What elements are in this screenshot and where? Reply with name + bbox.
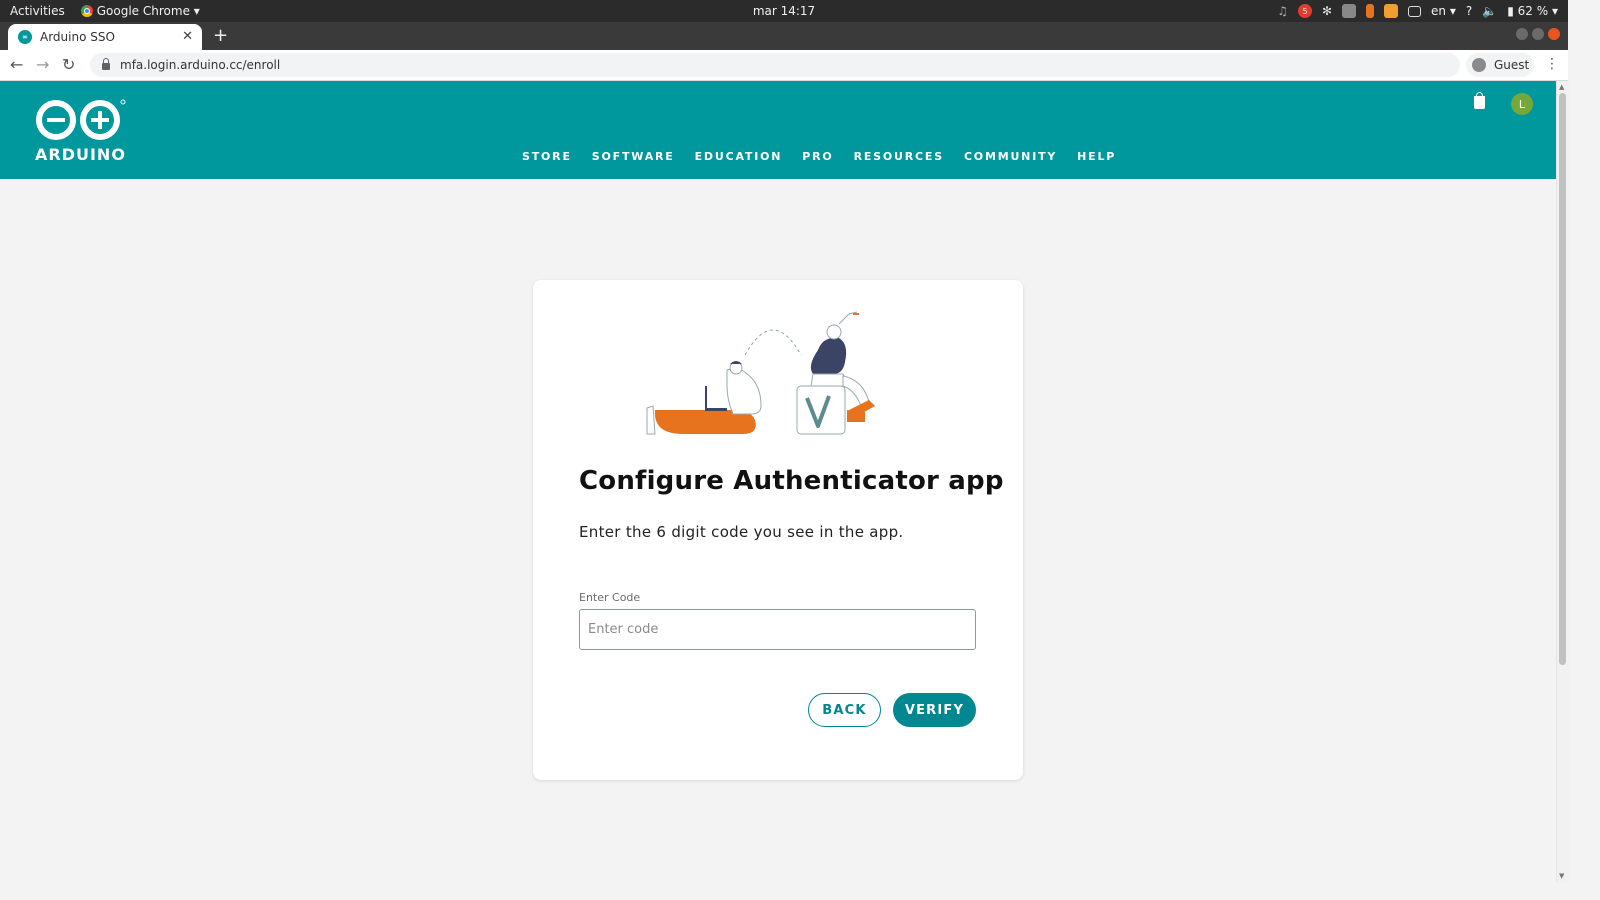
main-nav: STORE SOFTWARE EDUCATION PRO RESOURCES C…	[522, 150, 1116, 163]
nav-item-pro[interactable]: PRO	[802, 150, 833, 163]
instruction-text: Enter the 6 digit code you see in the ap…	[579, 523, 904, 541]
notification-count: 5	[1302, 6, 1308, 16]
code-field-label: Enter Code	[579, 591, 641, 604]
cpu-monitor-icon[interactable]	[1342, 4, 1357, 18]
site-header: ARDUINO STORE SOFTWARE EDUCATION PRO RES…	[0, 81, 1556, 179]
arduino-logo-text[interactable]: ARDUINO	[35, 145, 126, 164]
browser-toolbar: ← → ↻ mfa.login.arduino.cc/enroll Guest …	[0, 50, 1568, 81]
back-button[interactable]: BACK	[808, 693, 881, 727]
profile-avatar-icon	[1472, 58, 1486, 72]
battery-icon: ▮	[1507, 4, 1514, 18]
activities-button[interactable]: Activities	[10, 4, 65, 18]
url-text: mfa.login.arduino.cc/enroll	[120, 58, 281, 72]
memory-monitor-icon[interactable]	[1366, 4, 1375, 18]
profile-label: Guest	[1494, 58, 1530, 72]
app-menu[interactable]: Google Chrome ▾	[80, 4, 200, 18]
tab-strip: ∞ Arduino SSO ✕	[0, 22, 1568, 50]
page-title: Configure Authenticator app	[579, 466, 1004, 496]
browser-menu-icon[interactable]: ⋮	[1545, 56, 1559, 72]
app-menu-label: Google Chrome	[96, 4, 190, 18]
os-top-bar: Activities Google Chrome ▾ mar 14:17 ♫ 5…	[0, 0, 1568, 22]
page-scrollbar[interactable]: ▲ ▼	[1556, 81, 1569, 882]
help-icon[interactable]: ?	[1466, 4, 1472, 18]
chrome-icon	[80, 5, 93, 17]
battery-indicator[interactable]: ▮ 62 % ▾	[1507, 4, 1558, 18]
minimize-icon[interactable]	[1516, 28, 1528, 40]
arduino-logo-icon[interactable]	[32, 98, 128, 142]
language-label: en	[1431, 4, 1447, 18]
chevron-down-icon: ▾	[193, 4, 200, 18]
nav-item-store[interactable]: STORE	[522, 150, 572, 163]
scroll-up-icon[interactable]: ▲	[1559, 83, 1564, 91]
scroll-down-icon[interactable]: ▼	[1559, 872, 1564, 880]
nav-item-software[interactable]: SOFTWARE	[592, 150, 675, 163]
nav-item-resources[interactable]: RESOURCES	[854, 150, 944, 163]
battery-label: 62 %	[1517, 4, 1549, 18]
verify-button[interactable]: VERIFY	[893, 693, 976, 727]
language-selector[interactable]: en ▾	[1431, 4, 1456, 18]
authenticator-card: Configure Authenticator app Enter the 6 …	[533, 280, 1023, 780]
address-bar[interactable]: mfa.login.arduino.cc/enroll	[90, 53, 1460, 77]
nav-item-community[interactable]: COMMUNITY	[964, 150, 1057, 163]
screen-icon[interactable]	[1408, 5, 1422, 17]
arduino-favicon-icon: ∞	[18, 30, 32, 44]
nav-item-help[interactable]: HELP	[1077, 150, 1116, 163]
volume-icon[interactable]: 🔈	[1482, 4, 1497, 18]
profile-button[interactable]: Guest	[1466, 53, 1534, 77]
new-tab-button[interactable]: +	[213, 25, 228, 46]
shopping-bag-icon[interactable]	[1474, 92, 1485, 109]
code-input[interactable]	[579, 609, 976, 650]
close-window-icon[interactable]	[1548, 28, 1560, 40]
window-controls	[1516, 28, 1560, 40]
notification-badge-icon[interactable]: 5	[1297, 4, 1312, 18]
forward-arrow-icon[interactable]: →	[36, 55, 49, 74]
user-avatar[interactable]: L	[1511, 93, 1533, 115]
slack-icon[interactable]: ✻	[1322, 4, 1332, 18]
nav-item-education[interactable]: EDUCATION	[695, 150, 783, 163]
music-icon[interactable]: ♫	[1277, 4, 1288, 18]
maximize-icon[interactable]	[1532, 28, 1544, 40]
lock-icon	[102, 57, 110, 70]
back-arrow-icon[interactable]: ←	[10, 55, 23, 74]
authenticator-illustration	[646, 311, 875, 435]
browser-tab[interactable]: ∞ Arduino SSO ✕	[8, 24, 202, 50]
tab-title: Arduino SSO	[40, 30, 115, 44]
scroll-thumb[interactable]	[1559, 93, 1566, 665]
user-initial: L	[1518, 97, 1526, 111]
clipboard-icon[interactable]	[1384, 4, 1399, 18]
reload-icon[interactable]: ↻	[62, 55, 75, 74]
close-tab-icon[interactable]: ✕	[182, 29, 193, 44]
